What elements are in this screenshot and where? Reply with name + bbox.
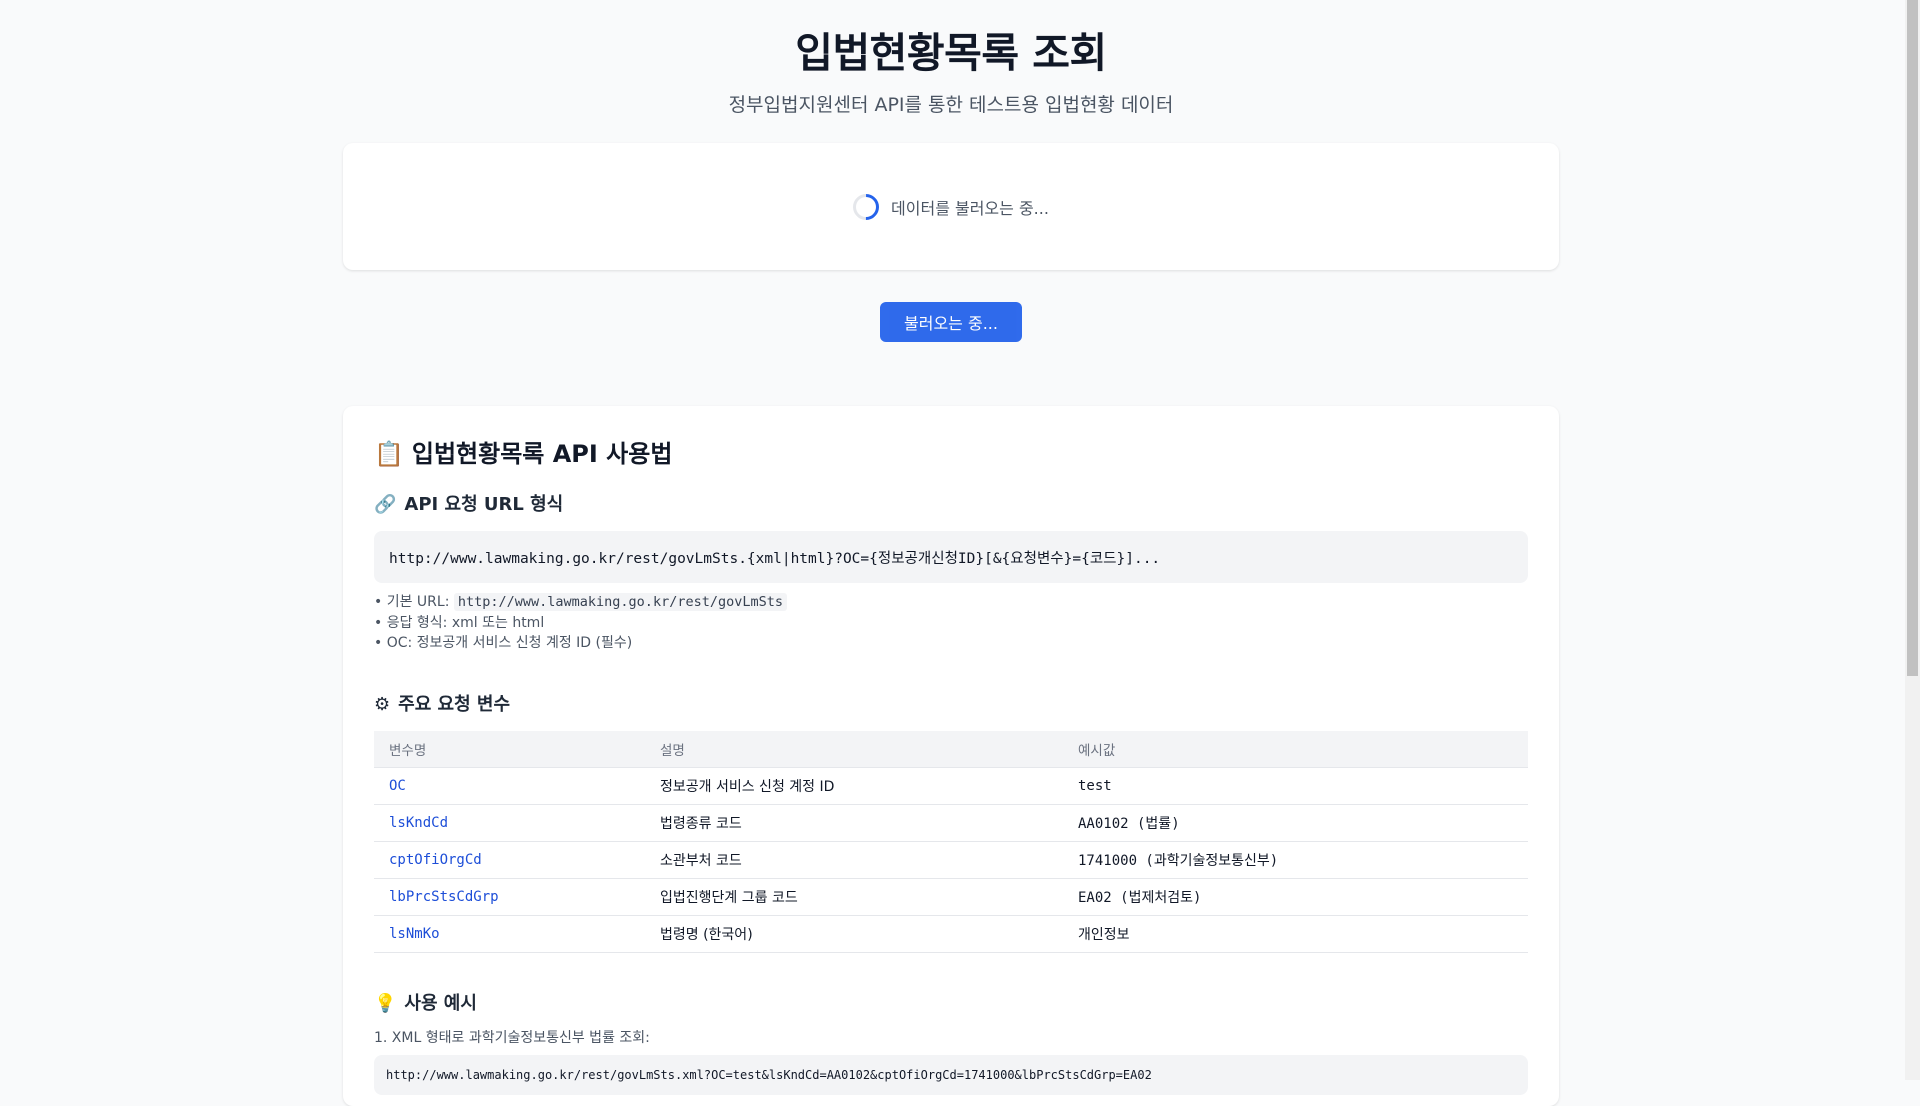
examples-section: 💡 사용 예시 1. XML 형태로 과학기술정보통신부 법률 조회: http:… [374,991,1528,1095]
table-row: OC 정보공개 서비스 신청 계정 ID test [374,767,1528,805]
params-section: ⚙ 주요 요청 변수 변수명 설명 예시값 OC 정보공개 서비스 신청 계정 I… [374,692,1528,953]
scrollbar-thumb[interactable] [1907,0,1918,676]
param-example: 1741000 (과학기술정보통신부) [1063,841,1528,879]
example-url-code: http://www.lawmaking.go.kr/rest/govLmSts… [374,1054,1528,1095]
param-desc: 소관부처 코드 [645,841,1063,879]
param-name: lsNmKo [374,915,645,953]
loading-card: 데이터를 불러오는 중... [343,143,1559,270]
column-header: 설명 [645,730,1063,768]
bullet-base-url: • 기본 URL: http://www.lawmaking.go.kr/res… [374,592,1528,613]
url-section-heading: 🔗 API 요청 URL 형식 [374,492,1528,518]
table-row: lsNmKo 법령명 (한국어) 개인정보 [374,915,1528,953]
link-icon: 🔗 [374,494,397,515]
url-format-code: http://www.lawmaking.go.kr/rest/govLmSts… [374,531,1528,583]
param-example: AA0102 (법률) [1063,804,1528,842]
param-desc: 법령종류 코드 [645,804,1063,842]
clipboard-icon: 📋 [374,440,404,468]
example-label: 1. XML 형태로 과학기술정보통신부 법률 조회: [374,1029,650,1046]
table-row: cptOfiOrgCd 소관부처 코드 1741000 (과학기술정보통신부) [374,841,1528,879]
params-section-heading: ⚙ 주요 요청 변수 [374,692,1528,718]
url-section-heading-text: API 요청 URL 형식 [404,494,564,515]
param-example: 개인정보 [1063,915,1528,953]
load-data-button[interactable]: 불러오는 중... [880,302,1022,342]
column-header: 변수명 [374,730,645,768]
loading-text: 데이터를 불러오는 중... [891,198,1049,218]
param-name: OC [374,767,645,805]
base-url-code: http://www.lawmaking.go.kr/rest/govLmSts [453,593,787,611]
column-header: 예시값 [1063,730,1528,768]
param-name: lsKndCd [374,804,645,842]
params-table: 변수명 설명 예시값 OC 정보공개 서비스 신청 계정 ID test lsK… [374,730,1528,953]
loading-spinner-icon [847,188,885,225]
param-desc: 입법진행단계 그룹 코드 [645,878,1063,916]
guide-title-text: 입법현황목록 API 사용법 [411,440,673,468]
param-name: lbPrcStsCdGrp [374,878,645,916]
table-header-row: 변수명 설명 예시값 [374,730,1528,768]
param-desc: 법령명 (한국어) [645,915,1063,953]
table-row: lbPrcStsCdGrp 입법진행단계 그룹 코드 EA02 (법제처검토) [374,878,1528,916]
page-title: 입법현황목록 조회 [795,29,1107,77]
examples-section-heading-text: 사용 예시 [404,992,477,1014]
url-bullets: • 기본 URL: http://www.lawmaking.go.kr/res… [374,592,1528,654]
guide-title: 📋 입법현황목록 API 사용법 [374,436,1528,472]
api-guide-card: 📋 입법현황목록 API 사용법 🔗 API 요청 URL 형식 http://ww… [343,406,1559,1106]
gear-icon: ⚙ [374,693,391,715]
bullet-oc: • OC: 정보공개 서비스 신청 계정 ID (필수) [374,635,633,651]
url-format-section: 🔗 API 요청 URL 형식 http://www.lawmaking.go.k… [374,492,1528,654]
page-subtitle: 정부입법지원센터 API를 통한 테스트용 입법현황 데이터 [728,94,1174,116]
param-desc: 정보공개 서비스 신청 계정 ID [645,767,1063,805]
param-example: EA02 (법제처검토) [1063,878,1528,916]
bullet-response-format: • 응답 형식: xml 또는 html [374,614,545,631]
params-section-heading-text: 주요 요청 변수 [398,693,511,715]
page-scrollbar[interactable] [1905,0,1920,1080]
param-example: test [1063,767,1528,805]
page-container: 입법현황목록 조회 정부입법지원센터 API를 통한 테스트용 입법현황 데이터… [343,0,1559,1106]
lightbulb-icon: 💡 [374,992,397,1014]
bullet-base-url-label: • 기본 URL: [374,594,454,610]
examples-section-heading: 💡 사용 예시 [374,991,1528,1017]
param-name: cptOfiOrgCd [374,841,645,879]
table-row: lsKndCd 법령종류 코드 AA0102 (법률) [374,804,1528,842]
